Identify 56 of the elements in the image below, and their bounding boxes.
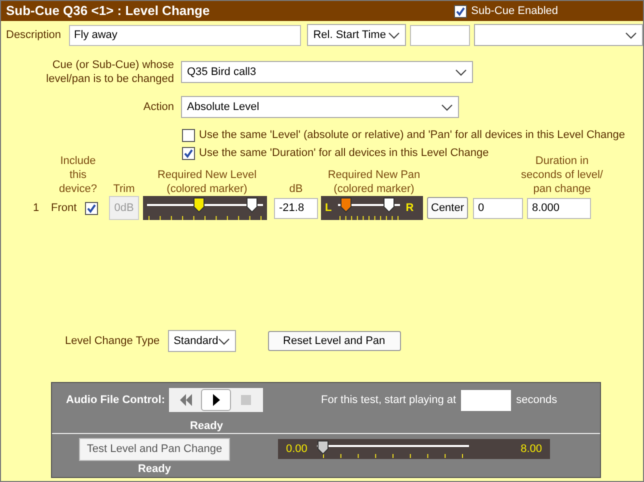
status-text: Ready [190,419,223,434]
level-slider[interactable] [143,196,267,220]
checkbox[interactable] [182,128,195,142]
pan-label: R [406,200,414,216]
action-dropdown[interactable]: Absolute Level [181,96,459,118]
slider-thumb[interactable] [383,197,396,213]
description-field[interactable]: Fly away [69,24,302,46]
caret-icon[interactable] [625,32,637,38]
caret-icon[interactable] [218,338,230,344]
checkbox[interactable] [454,4,468,18]
checkbox-label: Use the same 'Level' (absolute or relative) and 'Pan' for all devices in this Level Change [199,128,626,143]
caret-icon[interactable] [441,104,453,110]
pan-label: L [325,200,332,216]
column-header: dB [289,182,303,196]
column-header: Include this device? [58,154,98,196]
column-header: Required New Pan (colored marker) [326,168,422,196]
checkbox[interactable] [182,146,195,160]
pan-field[interactable]: 0 [473,198,523,218]
device-name: Front [51,200,77,216]
rewind-icon [178,392,194,408]
slider-thumb[interactable] [317,439,330,454]
slider-thumb[interactable] [246,197,258,213]
checkbox-label: Sub-Cue Enabled [471,4,558,19]
center-button[interactable]: Center [427,196,468,220]
db-field[interactable]: -21.8 [274,198,318,218]
duration-field[interactable]: 8.000 [527,198,591,218]
column-header: Duration in seconds of level/ pan change [520,154,604,196]
field-label: For this test, start playing at [320,392,456,408]
test-button[interactable]: Test Level and Pan Change [79,438,230,461]
field-label: Cue (or Sub-Cue) whose level/pan is to be changed [45,58,174,86]
field-label: Description [6,28,62,43]
type-dropdown[interactable]: Standard [168,330,236,352]
unit-label: seconds [516,392,558,408]
field-label: Level Change Type [65,334,160,349]
time-label: 0.00 [286,442,308,457]
field-label: Action [142,100,174,115]
window-title: Sub-Cue Q36 <1> : Level Change [6,2,211,20]
checkbox-label: Use the same 'Duration' for all devices in this Level Change [199,146,489,161]
slider-thumb[interactable] [193,197,206,213]
slider-thumb[interactable] [340,197,352,213]
status-text: Ready [138,462,172,477]
start-field[interactable] [461,390,512,410]
reset-button[interactable]: Reset Level and Pan [268,331,401,351]
play-button[interactable] [200,389,231,411]
caret-icon[interactable] [388,32,400,38]
time-field[interactable] [410,24,470,46]
trim-value: 0dB [109,196,139,220]
column-header: Trim [113,182,135,196]
column-header: Required New Level (colored marker) [156,168,258,196]
control-label: Audio File Control: [66,392,165,408]
checkbox[interactable] [85,202,98,214]
time-label: 8.00 [520,442,542,457]
cue-dropdown[interactable]: Q35 Bird call3 [181,61,473,83]
row-number: 1 [32,200,40,216]
start-time-dropdown[interactable]: Rel. Start Time [307,24,406,46]
caret-icon[interactable] [455,68,467,76]
